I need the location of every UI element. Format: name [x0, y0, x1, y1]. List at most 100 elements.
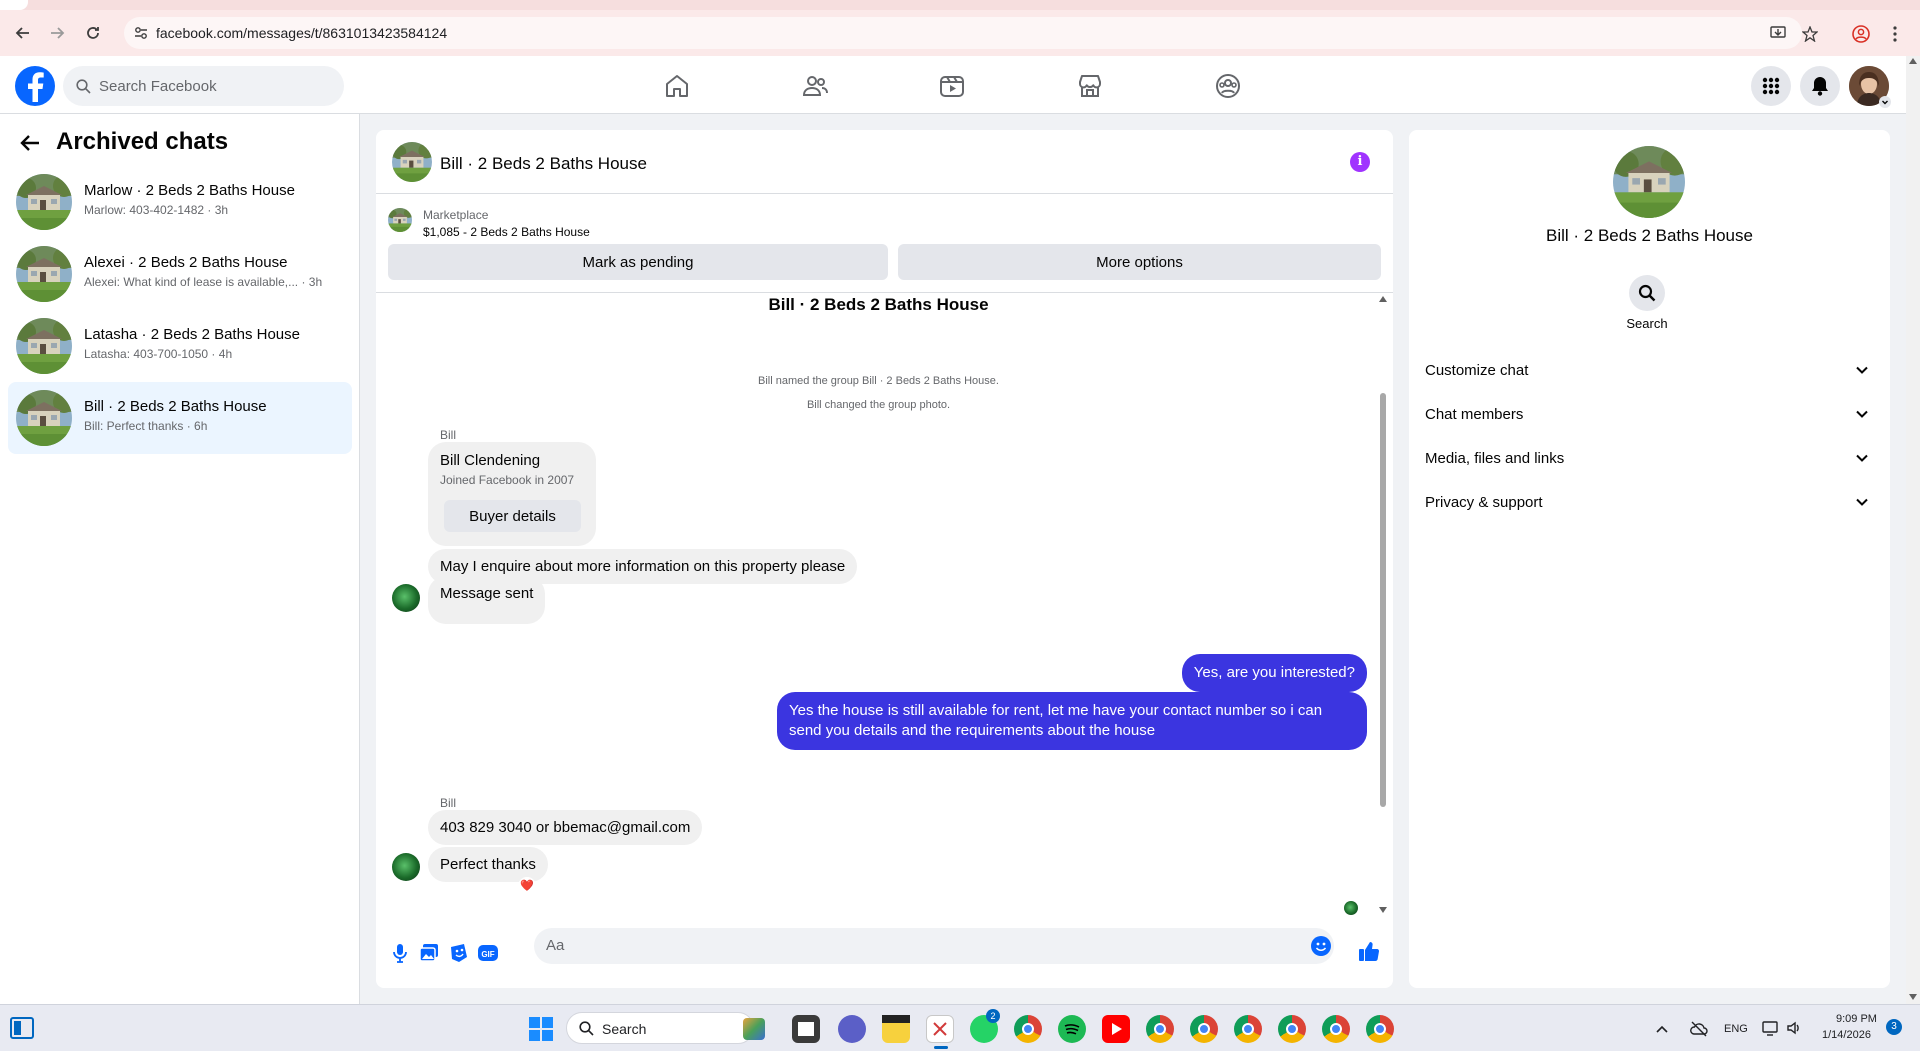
browser-toolbar: facebook.com/messages/t/8631013423584124 — [0, 10, 1920, 56]
outgoing-message[interactable]: Yes the house is still available for ren… — [777, 692, 1367, 750]
marketplace-icon[interactable] — [1076, 72, 1104, 100]
bookmark-star-icon[interactable] — [1802, 26, 1818, 42]
sender-avatar[interactable] — [392, 853, 420, 881]
listing-thumbnail[interactable] — [388, 208, 412, 232]
back-icon[interactable] — [10, 20, 36, 46]
scroll-thumb[interactable] — [1380, 393, 1386, 807]
menu-grid-icon[interactable] — [1751, 66, 1791, 106]
facebook-header: Search Facebook — [0, 56, 1906, 114]
heart-reaction[interactable]: ❤️ — [518, 877, 536, 895]
youtube-icon[interactable] — [1102, 1015, 1130, 1043]
friends-icon[interactable] — [801, 72, 829, 100]
windows-start-icon[interactable] — [528, 1016, 554, 1042]
incoming-message[interactable]: 403 829 3040 or bbemac@gmail.com — [428, 810, 703, 845]
listing-title[interactable]: $1,085 - 2 Beds 2 Baths House — [423, 225, 590, 239]
gif-icon[interactable]: GIF — [477, 942, 499, 964]
privacy-support-row[interactable]: Privacy & support — [1425, 485, 1875, 521]
back-arrow-icon[interactable] — [20, 134, 40, 152]
chat-item-marlow[interactable]: Marlow · 2 Beds 2 Baths House Marlow: 40… — [8, 166, 352, 238]
svg-text:GIF: GIF — [481, 950, 494, 959]
system-message: Bill named the group Bill · 2 Beds 2 Bat… — [758, 375, 999, 387]
chrome-icon[interactable] — [1014, 1015, 1042, 1043]
whatsapp-badge: 2 — [986, 1009, 1000, 1023]
address-bar[interactable]: facebook.com/messages/t/8631013423584124 — [124, 17, 1802, 49]
snipping-tool-icon[interactable] — [926, 1015, 954, 1043]
account-chevron-down-icon[interactable] — [1879, 96, 1891, 108]
widgets-icon[interactable] — [10, 1017, 34, 1039]
bell-icon[interactable] — [1800, 66, 1840, 106]
search-in-conversation-button[interactable] — [1629, 275, 1665, 311]
sender-avatar[interactable] — [392, 584, 420, 612]
conversation-avatar[interactable] — [392, 142, 432, 182]
info-icon[interactable]: i — [1350, 152, 1370, 172]
whatsapp-icon[interactable]: 2 — [970, 1009, 1000, 1043]
clock-date[interactable]: 1/14/2026 — [1822, 1029, 1871, 1041]
video-icon[interactable] — [938, 72, 966, 100]
taskbar-search-input[interactable]: Search — [566, 1012, 765, 1044]
message-composer: GIF Aa — [376, 918, 1393, 988]
mark-as-pending-button[interactable]: Mark as pending — [388, 244, 888, 280]
chat-item-latasha[interactable]: Latasha · 2 Beds 2 Baths House Latasha: … — [8, 310, 352, 382]
emoji-icon[interactable] — [1310, 935, 1332, 957]
install-app-icon[interactable] — [1770, 25, 1786, 41]
chrome-profile-icon[interactable] — [1234, 1015, 1262, 1043]
thumbs-up-icon[interactable] — [1358, 940, 1380, 962]
cloud-off-icon[interactable] — [1690, 1021, 1708, 1037]
chat-item-bill[interactable]: Bill · 2 Beds 2 Baths House Bill: Perfec… — [8, 382, 352, 454]
reload-icon[interactable] — [80, 20, 106, 46]
chrome-profile-icon[interactable] — [1190, 1015, 1218, 1043]
teams-icon[interactable] — [838, 1015, 866, 1043]
read-receipt-avatar — [1344, 901, 1358, 915]
task-view-icon[interactable] — [792, 1015, 820, 1043]
tray-chevron-up-icon[interactable] — [1656, 1025, 1668, 1033]
search-highlight-icon[interactable] — [743, 1018, 765, 1040]
buyer-joined: Joined Facebook in 2007 — [440, 473, 575, 487]
customize-chat-row[interactable]: Customize chat — [1425, 353, 1875, 389]
chrome-profile-icon[interactable] — [1278, 1015, 1306, 1043]
details-title: Bill · 2 Beds 2 Baths House — [1546, 226, 1753, 245]
photo-icon[interactable] — [418, 942, 440, 964]
browser-menu-icon[interactable] — [1892, 25, 1898, 43]
chevron-down-icon — [1856, 366, 1868, 374]
chrome-profile-icon[interactable] — [1322, 1015, 1350, 1043]
groups-icon[interactable] — [1214, 72, 1242, 100]
spotify-icon[interactable] — [1058, 1015, 1086, 1043]
chrome-profile-icon[interactable] — [1366, 1015, 1394, 1043]
facebook-logo-icon[interactable] — [15, 66, 55, 106]
system-message: Bill changed the group photo. — [806, 399, 951, 411]
chevron-down-icon — [1856, 410, 1868, 418]
outgoing-message[interactable]: Yes, are you interested? — [1181, 654, 1367, 692]
chat-name: Bill · 2 Beds 2 Baths House — [84, 398, 267, 415]
chrome-profile-icon[interactable] — [1146, 1015, 1174, 1043]
conversation-title[interactable]: Bill · 2 Beds 2 Baths House — [440, 154, 647, 174]
profile-icon[interactable] — [1852, 25, 1870, 43]
network-icon[interactable] — [1762, 1020, 1780, 1036]
conversation-scrollbar[interactable] — [1378, 293, 1388, 918]
chat-preview: Latasha: 403-700-1050 · 4h — [84, 347, 233, 361]
media-files-links-row[interactable]: Media, files and links — [1425, 441, 1875, 477]
notification-count-badge[interactable]: 3 — [1886, 1019, 1902, 1035]
home-icon[interactable] — [663, 72, 691, 100]
facebook-search-input[interactable]: Search Facebook — [63, 66, 344, 106]
microphone-icon[interactable] — [389, 942, 411, 964]
forward-icon[interactable] — [44, 20, 70, 46]
chevron-down-icon — [1856, 454, 1868, 462]
buyer-details-button[interactable]: Buyer details — [444, 500, 581, 532]
sticky-notes-icon[interactable] — [882, 1015, 910, 1043]
clock-time[interactable]: 9:09 PM — [1836, 1013, 1877, 1025]
buyer-name: Bill Clendening — [440, 452, 541, 469]
group-photo[interactable] — [1613, 146, 1685, 218]
site-settings-icon[interactable] — [134, 26, 148, 40]
page-scrollbar[interactable] — [1906, 56, 1920, 1004]
language-indicator[interactable]: ENG — [1724, 1023, 1748, 1035]
chat-item-alexei[interactable]: Alexei · 2 Beds 2 Baths House Alexei: Wh… — [8, 238, 352, 310]
chat-preview: Marlow: 403-402-1482 · 3h — [84, 203, 229, 217]
sticker-icon[interactable] — [448, 942, 470, 964]
active-tab[interactable] — [0, 0, 28, 10]
incoming-message[interactable]: Message sent — [428, 576, 546, 624]
message-input[interactable]: Aa — [534, 928, 1334, 964]
more-options-button[interactable]: More options — [898, 244, 1381, 280]
volume-icon[interactable] — [1786, 1020, 1802, 1036]
chat-preview: Alexei: What kind of lease is available,… — [84, 275, 323, 289]
chat-members-row[interactable]: Chat members — [1425, 397, 1875, 433]
